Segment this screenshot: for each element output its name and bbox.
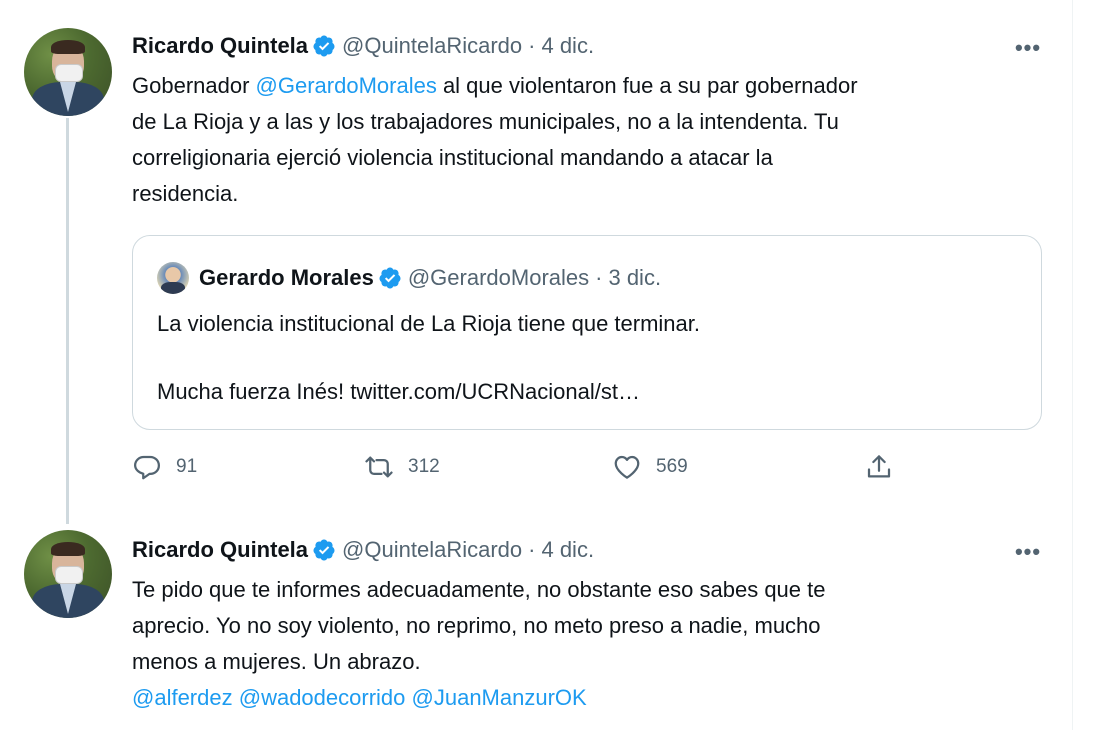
separator-dot: ·	[528, 537, 536, 562]
tweet-text-line: aprecio. Yo no soy violento, no reprimo,…	[132, 613, 821, 638]
mention-link[interactable]: @alferdez	[132, 685, 233, 710]
like-count: 569	[656, 456, 688, 477]
quoted-author-handle: @GerardoMorales	[407, 265, 590, 290]
like-button[interactable]: 569	[612, 452, 688, 482]
more-options-icon[interactable]: •••	[1010, 538, 1046, 566]
tweet-header: Ricardo Quintela @QuintelaRicardo · 4 di…	[132, 536, 594, 564]
retweet-button[interactable]: 312	[364, 452, 440, 482]
tweet-date[interactable]: 4 dic.	[541, 32, 594, 60]
heart-icon	[614, 455, 640, 479]
tweet-text-segment: Gobernador	[132, 73, 256, 98]
author-name[interactable]: Ricardo Quintela	[132, 536, 308, 564]
tweet-text-line: Te pido que te informes adecuadamente, n…	[132, 577, 826, 602]
mention-link[interactable]: @GerardoMorales	[256, 73, 437, 98]
share-icon	[867, 455, 891, 478]
tweet-text: Te pido que te informes adecuadamente, n…	[132, 572, 825, 716]
separator-dot: ·	[528, 33, 536, 58]
verified-badge-icon	[379, 267, 401, 289]
quoted-tweet-header: Gerardo Morales @GerardoMorales · 3 dic.	[157, 262, 661, 294]
avatar[interactable]	[24, 28, 112, 116]
separator-dot: ·	[595, 265, 603, 290]
tweet-text: Gobernador @GerardoMorales al que violen…	[132, 68, 858, 212]
mention-link[interactable]: @JuanManzurOK	[412, 685, 587, 710]
tweet-header: Ricardo Quintela @QuintelaRicardo · 4 di…	[132, 32, 594, 60]
author-handle[interactable]: @QuintelaRicardo	[342, 536, 522, 564]
timeline-border	[1072, 0, 1073, 730]
verified-badge-icon	[313, 539, 335, 561]
tweet-text-line: residencia.	[132, 181, 239, 206]
share-button[interactable]	[864, 452, 894, 482]
retweet-count: 312	[408, 456, 440, 477]
tweet-text-line: correligionaria ejerció violencia instit…	[132, 145, 773, 170]
mentions-line: @alferdez @wadodecorrido @JuanManzurOK	[132, 680, 825, 716]
mention-link[interactable]: @wadodecorrido	[239, 685, 406, 710]
reply-icon	[134, 455, 160, 480]
quoted-tweet-text-line: La violencia institucional de La Rioja t…	[157, 311, 700, 336]
tweet-date[interactable]: 4 dic.	[541, 536, 594, 564]
quoted-tweet-card[interactable]: Gerardo Morales @GerardoMorales · 3 dic.…	[132, 235, 1042, 430]
reply-count: 91	[176, 456, 198, 477]
more-options-icon[interactable]: •••	[1010, 34, 1046, 62]
tweet-text-segment: al que violentaron fue a su par gobernad…	[436, 73, 858, 98]
author-handle[interactable]: @QuintelaRicardo	[342, 32, 522, 60]
author-name[interactable]: Ricardo Quintela	[132, 32, 308, 60]
avatar[interactable]	[24, 530, 112, 618]
thread-connector-line	[66, 118, 69, 524]
quoted-tweet-text-line: Mucha fuerza Inés! twitter.com/UCRNacion…	[157, 379, 640, 404]
tweet-actions: 91 312 569	[132, 452, 912, 492]
quoted-author-name: Gerardo Morales	[199, 265, 374, 290]
reply-button[interactable]: 91	[132, 452, 197, 482]
quoted-author-avatar	[157, 262, 189, 294]
tweet-text-line: de La Rioja y a las y los trabajadores m…	[132, 109, 839, 134]
quoted-tweet-date: 3 dic.	[608, 265, 662, 290]
tweet-text-line: menos a mujeres. Un abrazo.	[132, 649, 421, 674]
verified-badge-icon	[313, 35, 335, 57]
retweet-icon	[365, 456, 393, 478]
